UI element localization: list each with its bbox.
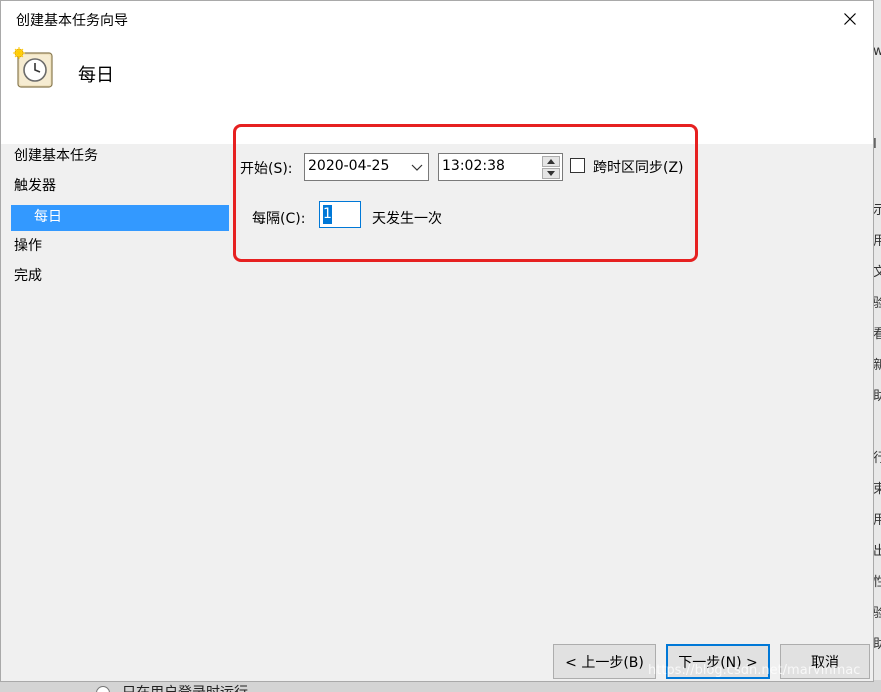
sync-timezones-checkbox[interactable] (570, 158, 585, 173)
background-window-right-edge: wI示用文验看新助行束用出性验助 (873, 0, 881, 692)
wizard-header: 每日 (1, 37, 873, 144)
sidebar-item-finish[interactable]: 完成 (14, 264, 42, 290)
back-button[interactable]: < 上一步(B) (553, 644, 656, 679)
background-right-char: 助 (873, 637, 881, 651)
sidebar-item-trigger[interactable]: 触发器 (14, 174, 56, 200)
start-time-field[interactable]: 13:02:38 (438, 153, 563, 181)
recur-days-input[interactable]: 1 (319, 201, 361, 228)
background-right-char (873, 168, 881, 186)
daily-trigger-settings: 开始(S): 2020-04-25 13:02:38 跨时区同步(Z) 每隔(C… (231, 144, 873, 683)
background-right-char: 文 (873, 265, 881, 279)
start-date-value: 2020-04-25 (308, 158, 390, 174)
background-right-char: 束 (873, 482, 881, 496)
background-right-char: 出 (873, 544, 881, 558)
background-right-char: 看 (873, 327, 881, 341)
sync-timezones-label[interactable]: 跨时区同步(Z) (593, 157, 684, 177)
background-right-char: I (873, 137, 877, 152)
background-right-char: 新 (873, 358, 881, 372)
background-right-char: 用 (873, 234, 881, 248)
background-radio-label: 只在用户登录时运行 (122, 682, 248, 692)
caret-up-icon (547, 159, 555, 164)
sidebar-item-daily[interactable]: 每日 (11, 205, 229, 231)
caret-down-icon (547, 171, 555, 176)
recur-days-value: 1 (323, 205, 332, 224)
background-right-char: w (873, 44, 881, 59)
start-label: 开始(S): (240, 161, 293, 177)
next-button[interactable]: 下一步(N) > (666, 644, 770, 679)
sidebar-item-create-basic-task[interactable]: 创建基本任务 (14, 144, 98, 170)
time-spin-up-button[interactable] (542, 156, 560, 167)
background-right-char (873, 106, 881, 124)
background-right-char: 行 (873, 451, 881, 465)
time-spin-down-button[interactable] (542, 168, 560, 179)
create-basic-task-wizard: 创建基本任务向导 每日 创建基本任务 触发器 每日 操作 完成 开始(S): 2… (0, 0, 874, 682)
background-right-char: 验 (873, 296, 881, 310)
background-right-char: 用 (873, 513, 881, 527)
page-title: 每日 (78, 65, 114, 86)
background-right-char: 性 (873, 575, 881, 589)
wizard-steps-sidebar: 创建基本任务 触发器 每日 操作 完成 (1, 144, 231, 683)
background-right-char (873, 75, 881, 93)
background-right-char (873, 416, 881, 434)
start-date-picker[interactable]: 2020-04-25 (304, 153, 429, 181)
recur-every-label: 每隔(C): (252, 211, 306, 227)
close-icon (844, 13, 856, 25)
title-bar: 创建基本任务向导 (1, 1, 873, 37)
start-time-value: 13:02:38 (442, 158, 505, 174)
close-button[interactable] (827, 1, 873, 37)
background-right-char: 示 (873, 203, 881, 217)
background-right-char: 验 (873, 606, 881, 620)
cancel-button[interactable]: 取消 (780, 644, 870, 679)
recur-suffix-label: 天发生一次 (372, 211, 442, 227)
chevron-down-icon[interactable] (410, 160, 424, 174)
scheduled-task-clock-icon (13, 47, 53, 88)
background-radio (96, 686, 110, 692)
sidebar-item-action[interactable]: 操作 (14, 234, 42, 260)
background-right-char: 助 (873, 389, 881, 403)
window-title: 创建基本任务向导 (16, 13, 128, 29)
